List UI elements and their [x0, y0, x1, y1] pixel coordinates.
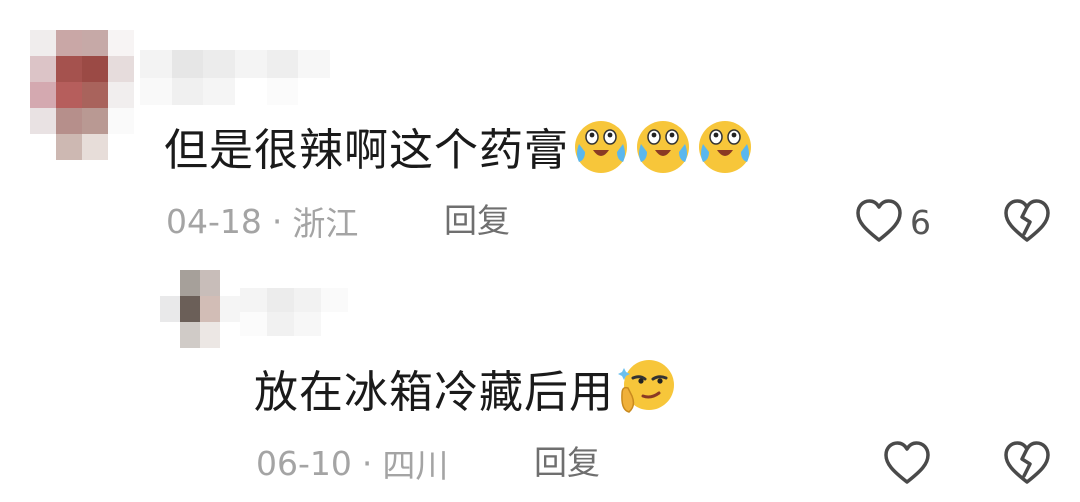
username[interactable] [140, 50, 330, 105]
comment-location: 浙江 [292, 204, 359, 243]
comment-text: 放在冰箱冷藏后用 [254, 356, 676, 420]
dislike-button[interactable] [1003, 198, 1051, 248]
comment-meta: 06-10 · 四川 [256, 440, 448, 486]
meta-separator: · [361, 443, 373, 483]
like-button[interactable] [883, 440, 931, 490]
broken-heart-icon [1003, 198, 1051, 244]
like-count: 6 [910, 203, 931, 242]
comment-body: 但是很辣啊这个药膏 [164, 125, 569, 176]
reply-button[interactable]: 回复 [444, 198, 510, 244]
broken-heart-icon [1003, 440, 1051, 486]
crying-laugh-emoji [633, 116, 693, 176]
reply-button[interactable]: 回复 [534, 440, 600, 486]
meta-separator: · [271, 201, 283, 241]
username[interactable] [240, 288, 348, 336]
comment-location: 四川 [382, 446, 449, 485]
crying-laugh-emoji [571, 116, 631, 176]
comment-text: 但是很辣啊这个药膏 [164, 114, 755, 178]
avatar[interactable] [160, 270, 240, 348]
crying-laugh-emoji [695, 116, 755, 176]
like-button[interactable] [855, 198, 903, 248]
heart-outline-icon [855, 198, 903, 244]
comment-body: 放在冰箱冷藏后用 [254, 367, 614, 418]
avatar[interactable] [30, 30, 134, 160]
comment-date: 04-18 [166, 201, 262, 241]
comment-date: 06-10 [256, 443, 352, 483]
heart-outline-icon [883, 440, 931, 486]
dislike-button[interactable] [1003, 440, 1051, 490]
thinking-smirk-emoji [616, 358, 676, 418]
comment-meta: 04-18 · 浙江 [166, 198, 358, 244]
